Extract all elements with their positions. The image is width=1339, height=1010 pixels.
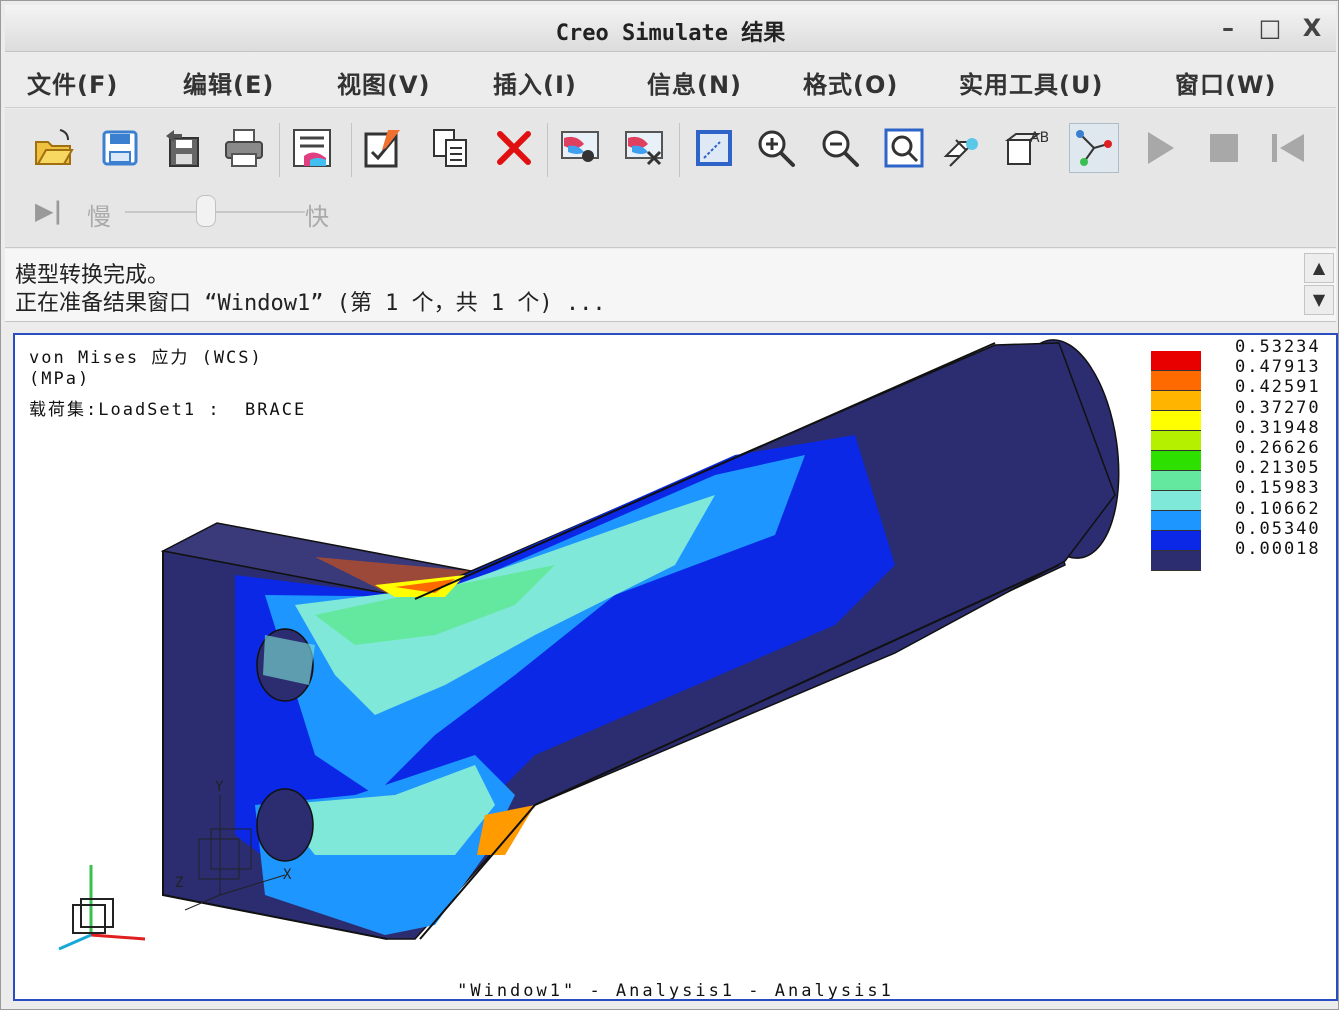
toolbar-separator (279, 123, 280, 177)
print-icon[interactable] (219, 123, 269, 173)
legend-value: 0.05340 (1235, 518, 1321, 539)
maximize-button[interactable]: □ (1255, 13, 1285, 43)
step-forward-button[interactable]: ▶| (35, 197, 62, 225)
legend-value: 0.47913 (1235, 357, 1321, 378)
delete-icon[interactable] (489, 123, 539, 173)
legend-value: 0.31948 (1235, 417, 1321, 438)
legend-swatch (1151, 431, 1201, 451)
show-result-icon[interactable] (555, 123, 605, 173)
axis-label-y: Y (215, 779, 224, 795)
results-window: Creo Simulate 结果 – □ X 文件(F) 编辑(E) 视图(V)… (0, 0, 1339, 1010)
stress-fringe-model[interactable]: Y Z X (15, 335, 1336, 999)
legend-swatch (1151, 551, 1201, 571)
stop-icon[interactable] (1199, 123, 1249, 173)
message-line: 正在准备结果窗口 “Window1” (第 1 个，共 1 个) ... (15, 291, 606, 316)
scroll-up-icon[interactable]: ▲ (1304, 253, 1334, 283)
play-icon[interactable] (1135, 123, 1185, 173)
toolbar-separator (679, 123, 680, 177)
menu-bar: 文件(F) 编辑(E) 视图(V) 插入(I) 信息(N) 格式(O) 实用工具… (5, 53, 1336, 108)
message-area: 模型转换完成。 正在准备结果窗口 “Window1” (第 1 个，共 1 个)… (5, 249, 1336, 322)
view-icon[interactable] (689, 123, 739, 173)
annotation-icon[interactable]: AB (1001, 123, 1051, 173)
save-icon[interactable] (95, 123, 145, 173)
hide-result-icon[interactable] (619, 123, 669, 173)
legend-swatch (1151, 511, 1201, 531)
legend-swatch (1151, 411, 1201, 431)
menu-format[interactable]: 格式(O) (803, 65, 898, 100)
toolbar: AB ▶| 慢 快 (5, 109, 1336, 248)
edit-icon[interactable] (359, 123, 409, 173)
save-as-icon[interactable] (157, 123, 207, 173)
open-icon[interactable] (29, 123, 79, 173)
axis-label-z: Z (175, 875, 183, 891)
view-orientation-triad (58, 865, 146, 951)
menu-insert[interactable]: 插入(I) (493, 65, 577, 100)
zoom-in-icon[interactable] (751, 123, 801, 173)
menu-edit[interactable]: 编辑(E) (183, 65, 274, 100)
menu-view[interactable]: 视图(V) (337, 65, 431, 100)
legend-swatch (1151, 471, 1201, 491)
legend-value: 0.26626 (1235, 438, 1321, 458)
close-button[interactable]: X (1297, 13, 1327, 43)
legend-value: 0.42591 (1235, 377, 1321, 398)
query-icon[interactable] (1069, 123, 1119, 173)
legend-swatch (1151, 351, 1201, 371)
svg-text:AB: AB (1030, 130, 1048, 146)
speed-slow-label: 慢 (87, 203, 111, 231)
orient-icon[interactable] (939, 123, 989, 173)
minimize-button[interactable]: – (1213, 13, 1243, 43)
legend-swatch (1151, 491, 1201, 511)
bolt-hole-lower (256, 788, 314, 862)
menu-info[interactable]: 信息(N) (647, 65, 742, 100)
title-bar: Creo Simulate 结果 – □ X (5, 5, 1336, 52)
result-viewport[interactable]: von Mises 应力 (WCS) (MPa) 载荷集:LoadSet1 : … (13, 333, 1338, 1001)
legend-swatch (1151, 371, 1201, 391)
toolbar-separator (351, 123, 352, 177)
window-analysis-label: "Window1" - Analysis1 - Analysis1 (457, 981, 894, 1001)
legend-swatch (1151, 391, 1201, 411)
menu-window[interactable]: 窗口(W) (1175, 65, 1276, 100)
legend-value: 0.15983 (1235, 478, 1321, 499)
legend-value: 0.37270 (1235, 397, 1321, 418)
legend-value: 0.00018 (1235, 539, 1321, 559)
menu-file[interactable]: 文件(F) (27, 65, 118, 100)
rewind-icon[interactable] (1263, 123, 1313, 173)
speed-fast-label: 快 (305, 203, 329, 231)
copy-icon[interactable] (425, 123, 475, 173)
window-title: Creo Simulate 结果 (555, 21, 786, 46)
legend-value: 0.10662 (1235, 498, 1321, 519)
legend-value: 0.53234 (1235, 337, 1321, 357)
speed-slider-thumb[interactable] (196, 195, 216, 227)
axis-label-x: X (283, 867, 292, 883)
refit-icon[interactable] (879, 123, 929, 173)
toolbar-separator (547, 123, 548, 177)
legend-swatch (1151, 451, 1201, 471)
legend-value: 0.21305 (1235, 458, 1321, 479)
menu-utilities[interactable]: 实用工具(U) (959, 65, 1103, 100)
zoom-out-icon[interactable] (815, 123, 865, 173)
scroll-down-icon[interactable]: ▼ (1304, 285, 1334, 315)
legend-swatch (1151, 531, 1201, 551)
legend-list-icon[interactable] (287, 123, 337, 173)
animation-speed-control: ▶| 慢 快 (35, 189, 395, 233)
